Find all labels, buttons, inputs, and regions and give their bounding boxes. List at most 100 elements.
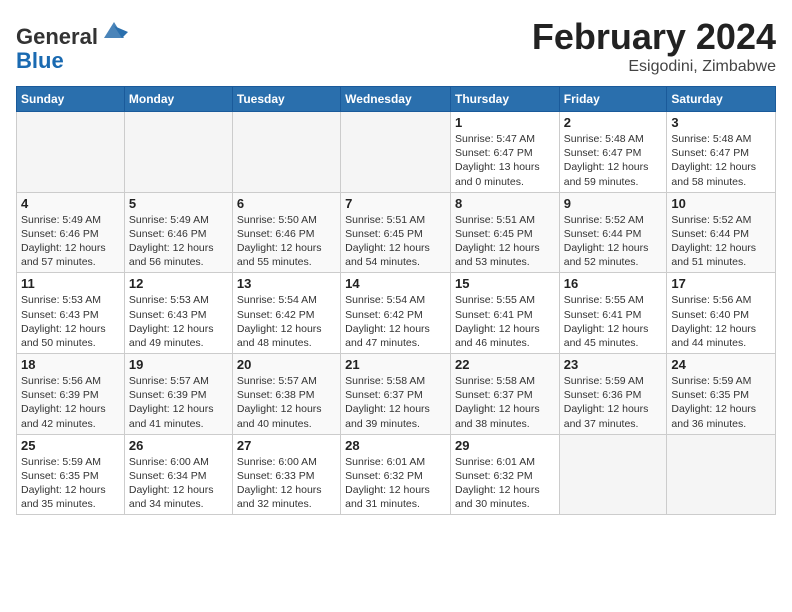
logo-general-text: General bbox=[16, 24, 98, 49]
day-info: Sunrise: 5:49 AM Sunset: 6:46 PM Dayligh… bbox=[21, 213, 120, 270]
day-number: 1 bbox=[455, 115, 555, 130]
header-day-monday: Monday bbox=[124, 87, 232, 112]
calendar-cell: 25 Sunrise: 5:59 AM Sunset: 6:35 PM Dayli… bbox=[17, 434, 125, 515]
logo: General Blue bbox=[16, 16, 128, 73]
day-number: 26 bbox=[129, 438, 228, 453]
calendar-cell: 6 Sunrise: 5:50 AM Sunset: 6:46 PM Daylig… bbox=[232, 192, 340, 273]
calendar-week-4: 18 Sunrise: 5:56 AM Sunset: 6:39 PM Dayli… bbox=[17, 354, 776, 435]
calendar-cell: 1 Sunrise: 5:47 AM Sunset: 6:47 PM Daylig… bbox=[450, 112, 559, 193]
day-info: Sunrise: 5:52 AM Sunset: 6:44 PM Dayligh… bbox=[564, 213, 663, 270]
calendar-cell bbox=[17, 112, 125, 193]
day-info: Sunrise: 5:51 AM Sunset: 6:45 PM Dayligh… bbox=[345, 213, 446, 270]
day-info: Sunrise: 5:59 AM Sunset: 6:35 PM Dayligh… bbox=[671, 374, 771, 431]
day-number: 19 bbox=[129, 357, 228, 372]
day-info: Sunrise: 5:57 AM Sunset: 6:38 PM Dayligh… bbox=[237, 374, 336, 431]
header-day-wednesday: Wednesday bbox=[341, 87, 451, 112]
day-number: 21 bbox=[345, 357, 446, 372]
calendar-cell: 4 Sunrise: 5:49 AM Sunset: 6:46 PM Daylig… bbox=[17, 192, 125, 273]
calendar-cell: 26Sunrise: 6:00 AM Sunset: 6:34 PM Dayli… bbox=[124, 434, 232, 515]
calendar-cell: 5 Sunrise: 5:49 AM Sunset: 6:46 PM Daylig… bbox=[124, 192, 232, 273]
day-number: 2 bbox=[564, 115, 663, 130]
calendar-cell bbox=[124, 112, 232, 193]
day-info: Sunrise: 5:55 AM Sunset: 6:41 PM Dayligh… bbox=[455, 293, 555, 350]
calendar-cell: 15 Sunrise: 5:55 AM Sunset: 6:41 PM Dayli… bbox=[450, 273, 559, 354]
day-number: 28 bbox=[345, 438, 446, 453]
day-info: Sunrise: 5:47 AM Sunset: 6:47 PM Dayligh… bbox=[455, 132, 555, 189]
day-info: Sunrise: 5:59 AM Sunset: 6:36 PM Dayligh… bbox=[564, 374, 663, 431]
calendar-cell: 17Sunrise: 5:56 AM Sunset: 6:40 PM Dayli… bbox=[667, 273, 776, 354]
calendar-cell: 27Sunrise: 6:00 AM Sunset: 6:33 PM Dayli… bbox=[232, 434, 340, 515]
header-day-tuesday: Tuesday bbox=[232, 87, 340, 112]
calendar-cell: 9Sunrise: 5:52 AM Sunset: 6:44 PM Daylig… bbox=[559, 192, 667, 273]
calendar-cell: 13 Sunrise: 5:54 AM Sunset: 6:42 PM Dayli… bbox=[232, 273, 340, 354]
calendar-week-3: 11 Sunrise: 5:53 AM Sunset: 6:43 PM Dayli… bbox=[17, 273, 776, 354]
calendar-cell bbox=[667, 434, 776, 515]
day-info: Sunrise: 5:48 AM Sunset: 6:47 PM Dayligh… bbox=[671, 132, 771, 189]
day-info: Sunrise: 5:56 AM Sunset: 6:39 PM Dayligh… bbox=[21, 374, 120, 431]
day-info: Sunrise: 5:54 AM Sunset: 6:42 PM Dayligh… bbox=[237, 293, 336, 350]
day-info: Sunrise: 5:55 AM Sunset: 6:41 PM Dayligh… bbox=[564, 293, 663, 350]
calendar-cell: 16 Sunrise: 5:55 AM Sunset: 6:41 PM Dayli… bbox=[559, 273, 667, 354]
day-info: Sunrise: 6:01 AM Sunset: 6:32 PM Dayligh… bbox=[455, 455, 555, 512]
calendar-cell: 2 Sunrise: 5:48 AM Sunset: 6:47 PM Daylig… bbox=[559, 112, 667, 193]
logo-blue-text: Blue bbox=[16, 48, 64, 73]
title-block: February 2024 Esigodini, Zimbabwe bbox=[532, 16, 776, 76]
calendar-table: SundayMondayTuesdayWednesdayThursdayFrid… bbox=[16, 86, 776, 515]
logo-icon bbox=[100, 16, 128, 44]
calendar-week-1: 1 Sunrise: 5:47 AM Sunset: 6:47 PM Daylig… bbox=[17, 112, 776, 193]
day-number: 14 bbox=[345, 276, 446, 291]
day-number: 18 bbox=[21, 357, 120, 372]
day-number: 13 bbox=[237, 276, 336, 291]
calendar-cell: 21 Sunrise: 5:58 AM Sunset: 6:37 PM Dayli… bbox=[341, 354, 451, 435]
calendar-cell: 11 Sunrise: 5:53 AM Sunset: 6:43 PM Dayli… bbox=[17, 273, 125, 354]
day-number: 6 bbox=[237, 196, 336, 211]
day-number: 8 bbox=[455, 196, 555, 211]
calendar-cell: 24 Sunrise: 5:59 AM Sunset: 6:35 PM Dayli… bbox=[667, 354, 776, 435]
day-number: 22 bbox=[455, 357, 555, 372]
calendar-cell: 28 Sunrise: 6:01 AM Sunset: 6:32 PM Dayli… bbox=[341, 434, 451, 515]
calendar-cell: 18 Sunrise: 5:56 AM Sunset: 6:39 PM Dayli… bbox=[17, 354, 125, 435]
day-info: Sunrise: 5:59 AM Sunset: 6:35 PM Dayligh… bbox=[21, 455, 120, 512]
day-info: Sunrise: 5:53 AM Sunset: 6:43 PM Dayligh… bbox=[21, 293, 120, 350]
day-number: 16 bbox=[564, 276, 663, 291]
day-number: 5 bbox=[129, 196, 228, 211]
day-info: Sunrise: 5:53 AM Sunset: 6:43 PM Dayligh… bbox=[129, 293, 228, 350]
day-info: Sunrise: 6:00 AM Sunset: 6:33 PM Dayligh… bbox=[237, 455, 336, 512]
day-number: 23 bbox=[564, 357, 663, 372]
calendar-cell: 22 Sunrise: 5:58 AM Sunset: 6:37 PM Dayli… bbox=[450, 354, 559, 435]
calendar-cell: 10 Sunrise: 5:52 AM Sunset: 6:44 PM Dayli… bbox=[667, 192, 776, 273]
day-info: Sunrise: 5:56 AM Sunset: 6:40 PM Dayligh… bbox=[671, 293, 771, 350]
day-number: 4 bbox=[21, 196, 120, 211]
header-day-saturday: Saturday bbox=[667, 87, 776, 112]
day-info: Sunrise: 5:48 AM Sunset: 6:47 PM Dayligh… bbox=[564, 132, 663, 189]
calendar-cell: 12Sunrise: 5:53 AM Sunset: 6:43 PM Dayli… bbox=[124, 273, 232, 354]
day-number: 29 bbox=[455, 438, 555, 453]
calendar-cell: 20Sunrise: 5:57 AM Sunset: 6:38 PM Dayli… bbox=[232, 354, 340, 435]
calendar-cell: 3 Sunrise: 5:48 AM Sunset: 6:47 PM Daylig… bbox=[667, 112, 776, 193]
calendar-cell: 23 Sunrise: 5:59 AM Sunset: 6:36 PM Dayli… bbox=[559, 354, 667, 435]
day-info: Sunrise: 5:58 AM Sunset: 6:37 PM Dayligh… bbox=[345, 374, 446, 431]
day-number: 3 bbox=[671, 115, 771, 130]
day-info: Sunrise: 5:50 AM Sunset: 6:46 PM Dayligh… bbox=[237, 213, 336, 270]
calendar-cell: 8 Sunrise: 5:51 AM Sunset: 6:45 PM Daylig… bbox=[450, 192, 559, 273]
header-day-friday: Friday bbox=[559, 87, 667, 112]
day-number: 25 bbox=[21, 438, 120, 453]
day-info: Sunrise: 5:49 AM Sunset: 6:46 PM Dayligh… bbox=[129, 213, 228, 270]
calendar-cell bbox=[341, 112, 451, 193]
header-day-thursday: Thursday bbox=[450, 87, 559, 112]
calendar-cell: 14Sunrise: 5:54 AM Sunset: 6:42 PM Dayli… bbox=[341, 273, 451, 354]
day-number: 24 bbox=[671, 357, 771, 372]
calendar-cell: 19Sunrise: 5:57 AM Sunset: 6:39 PM Dayli… bbox=[124, 354, 232, 435]
page-header: General Blue February 2024 Esigodini, Zi… bbox=[16, 16, 776, 76]
day-number: 10 bbox=[671, 196, 771, 211]
location-title: Esigodini, Zimbabwe bbox=[532, 58, 776, 76]
day-info: Sunrise: 5:51 AM Sunset: 6:45 PM Dayligh… bbox=[455, 213, 555, 270]
calendar-cell: 7Sunrise: 5:51 AM Sunset: 6:45 PM Daylig… bbox=[341, 192, 451, 273]
calendar-week-2: 4 Sunrise: 5:49 AM Sunset: 6:46 PM Daylig… bbox=[17, 192, 776, 273]
day-info: Sunrise: 5:52 AM Sunset: 6:44 PM Dayligh… bbox=[671, 213, 771, 270]
day-info: Sunrise: 6:01 AM Sunset: 6:32 PM Dayligh… bbox=[345, 455, 446, 512]
day-info: Sunrise: 5:58 AM Sunset: 6:37 PM Dayligh… bbox=[455, 374, 555, 431]
calendar-header-row: SundayMondayTuesdayWednesdayThursdayFrid… bbox=[17, 87, 776, 112]
day-number: 11 bbox=[21, 276, 120, 291]
day-number: 15 bbox=[455, 276, 555, 291]
